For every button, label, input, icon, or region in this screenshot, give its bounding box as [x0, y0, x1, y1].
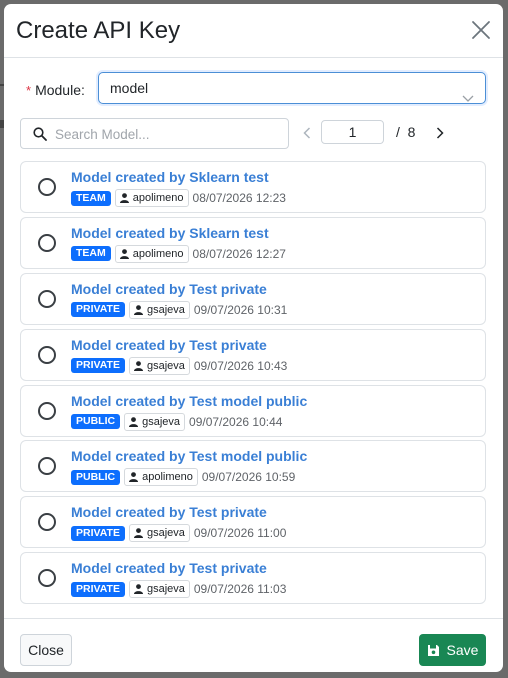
- visibility-badge: TEAM: [71, 246, 111, 262]
- model-title[interactable]: Model created by Test model public: [71, 393, 307, 409]
- list-item[interactable]: Model created by Sklearn test TEAM apoli…: [20, 216, 486, 269]
- user-icon: [133, 528, 143, 539]
- radio-button[interactable]: [38, 513, 56, 532]
- model-meta: PRIVATE gsajeva 09/07/2026 11:03: [71, 580, 287, 599]
- radio-button[interactable]: [38, 345, 56, 364]
- search-field[interactable]: [20, 118, 289, 149]
- user-icon: [133, 304, 143, 315]
- close-icon[interactable]: [471, 20, 491, 40]
- user-icon: [133, 360, 143, 371]
- list-item[interactable]: Model created by Test private PRIVATE gs…: [20, 328, 486, 381]
- visibility-badge: PRIVATE: [71, 525, 125, 541]
- list-item[interactable]: Model created by Test model public PUBLI…: [20, 440, 486, 493]
- page-number-input[interactable]: 1: [321, 120, 384, 144]
- radio-button[interactable]: [38, 178, 56, 196]
- user-name: apolimeno: [132, 192, 184, 204]
- model-meta: PRIVATE gsajeva 09/07/2026 11:00: [71, 524, 287, 543]
- user-chip: gsajeva: [128, 524, 190, 543]
- model-meta: PRIVATE gsajeva 09/07/2026 10:43: [71, 356, 288, 375]
- model-title[interactable]: Model created by Test private: [71, 560, 267, 576]
- created-date: 09/07/2026 10:59: [201, 470, 296, 485]
- radio-button[interactable]: [38, 233, 56, 252]
- created-date: 08/07/2026 12:23: [192, 191, 286, 205]
- visibility-badge: TEAM: [71, 190, 111, 206]
- model-meta: TEAM apolimeno 08/07/2026 12:27: [71, 244, 286, 263]
- list-item[interactable]: Model created by Sklearn test TEAM apoli…: [20, 161, 486, 213]
- created-date: 09/07/2026 11:00: [193, 526, 287, 541]
- list-item[interactable]: Model created by Test private PRIVATE gs…: [20, 272, 486, 325]
- created-date: 09/07/2026 10:31: [193, 302, 288, 317]
- model-title[interactable]: Model created by Sklearn test: [71, 169, 269, 185]
- list-item[interactable]: Model created by Test private PRIVATE gs…: [20, 552, 486, 605]
- model-meta: TEAM apolimeno 08/07/2026 12:23: [71, 189, 286, 207]
- model-title[interactable]: Model created by Test private: [71, 281, 267, 297]
- user-icon: [129, 416, 139, 427]
- module-label: Module: [35, 82, 81, 98]
- user-chip: apolimeno: [114, 189, 189, 207]
- required-indicator: *: [26, 82, 32, 98]
- user-chip: gsajeva: [128, 356, 190, 375]
- model-title[interactable]: Model created by Test private: [71, 337, 267, 353]
- user-icon: [119, 193, 129, 203]
- dialog-header: Create API Key: [4, 4, 503, 58]
- created-date: 09/07/2026 11:03: [193, 582, 287, 597]
- module-selected-value: model: [110, 80, 149, 96]
- search-icon: [33, 127, 47, 146]
- user-name: gsajeva: [146, 359, 185, 372]
- module-field-label: * Module:: [26, 74, 85, 106]
- visibility-badge: PUBLIC: [71, 414, 121, 430]
- dialog-title: Create API Key: [16, 17, 181, 44]
- radio-button[interactable]: [38, 457, 56, 476]
- user-name: apolimeno: [132, 247, 184, 260]
- floppy-disk-icon: [427, 644, 439, 656]
- user-name: gsajeva: [142, 415, 181, 428]
- page-total: / 8: [396, 124, 416, 140]
- user-chip: gsajeva: [128, 300, 190, 319]
- radio-button[interactable]: [38, 569, 56, 588]
- created-date: 09/07/2026 10:44: [189, 414, 283, 429]
- model-title[interactable]: Model created by Sklearn test: [71, 225, 269, 241]
- user-chip: apolimeno: [124, 468, 198, 487]
- model-meta: PUBLIC gsajeva 09/07/2026 10:44: [71, 412, 283, 431]
- radio-button[interactable]: [38, 289, 56, 308]
- create-api-key-dialog: Create API Key * Module: model 1 / 8: [4, 4, 503, 672]
- model-title[interactable]: Model created by Test model public: [71, 448, 307, 464]
- user-icon: [119, 249, 129, 259]
- user-name: apolimeno: [142, 471, 193, 484]
- visibility-badge: PRIVATE: [71, 581, 125, 597]
- save-label: Save: [446, 642, 479, 658]
- created-date: 08/07/2026 12:27: [192, 246, 286, 261]
- model-meta: PUBLIC apolimeno 09/07/2026 10:59: [71, 468, 296, 487]
- user-icon: [133, 584, 143, 595]
- list-item[interactable]: Model created by Test private PRIVATE gs…: [20, 496, 486, 549]
- close-button[interactable]: Close: [20, 634, 72, 666]
- model-title[interactable]: Model created by Test private: [71, 504, 267, 520]
- user-name: gsajeva: [146, 303, 185, 316]
- visibility-badge: PRIVATE: [71, 302, 125, 318]
- module-label-colon: :: [80, 82, 85, 98]
- save-button[interactable]: Save: [419, 634, 486, 666]
- dialog-footer: Close Save: [4, 618, 503, 672]
- user-chip: apolimeno: [114, 244, 189, 263]
- previous-page-icon[interactable]: [303, 126, 311, 144]
- created-date: 09/07/2026 10:43: [193, 358, 288, 373]
- user-chip: gsajeva: [124, 412, 186, 431]
- user-name: gsajeva: [146, 583, 185, 596]
- model-meta: PRIVATE gsajeva 09/07/2026 10:31: [71, 300, 288, 319]
- dialog-body: * Module: model 1 / 8 Model created: [4, 58, 503, 618]
- next-page-icon[interactable]: [436, 126, 444, 144]
- user-name: gsajeva: [146, 527, 185, 540]
- user-icon: [129, 472, 139, 483]
- visibility-badge: PRIVATE: [71, 358, 125, 374]
- model-list: Model created by Sklearn test TEAM apoli…: [20, 161, 486, 608]
- module-select[interactable]: model: [98, 72, 486, 104]
- chevron-down-icon: [462, 83, 474, 113]
- visibility-badge: PUBLIC: [71, 469, 121, 485]
- list-item[interactable]: Model created by Test model public PUBLI…: [20, 384, 486, 437]
- search-input[interactable]: [55, 124, 280, 144]
- user-chip: gsajeva: [128, 580, 190, 599]
- radio-button[interactable]: [38, 401, 56, 420]
